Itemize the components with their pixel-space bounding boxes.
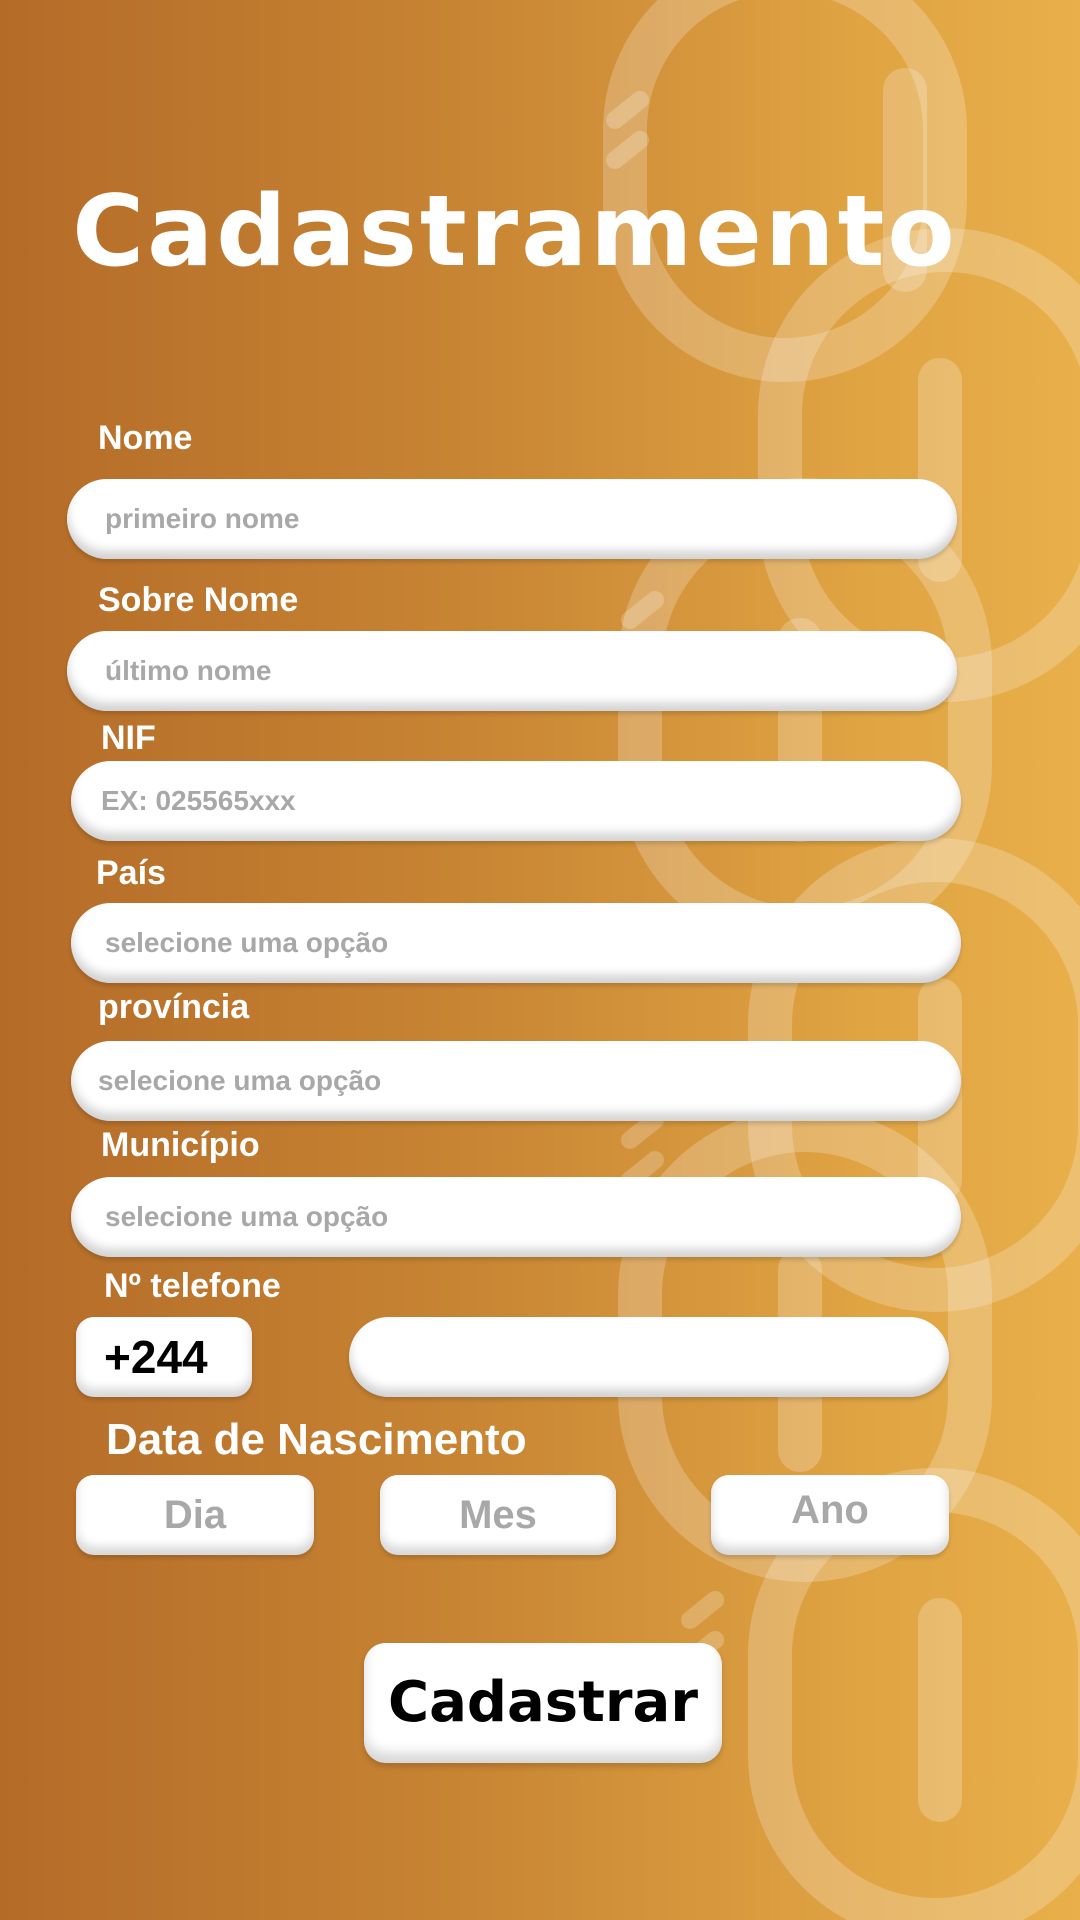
nif-input[interactable] [71, 761, 961, 841]
nascimento-label: Data de Nascimento [106, 1415, 527, 1464]
pais-select[interactable]: selecione uma opção [71, 903, 961, 983]
pais-select-value: selecione uma opção [105, 927, 389, 958]
nome-input[interactable] [67, 479, 957, 559]
month-select[interactable]: Mes [380, 1475, 616, 1555]
nif-label: NIF [101, 719, 156, 757]
telefone-label: Nº telefone [104, 1267, 281, 1305]
cadastrar-button[interactable]: Cadastrar [364, 1643, 722, 1763]
phone-prefix[interactable]: +244 [76, 1317, 252, 1397]
provincia-select-value: selecione uma opção [98, 1065, 382, 1096]
page-title: Cadastramento [72, 175, 958, 289]
phone-input[interactable] [349, 1317, 949, 1397]
sobrenome-input[interactable] [67, 631, 957, 711]
provincia-label: província [98, 988, 250, 1026]
sobrenome-label: Sobre Nome [98, 581, 299, 619]
municipio-select-value: selecione uma opção [105, 1201, 389, 1232]
municipio-select[interactable]: selecione uma opção [71, 1177, 961, 1257]
municipio-label: Município [101, 1126, 260, 1164]
year-select[interactable]: Ano [711, 1475, 949, 1555]
day-select[interactable]: Dia [76, 1475, 314, 1555]
nome-label: Nome [98, 419, 193, 457]
pais-label: País [96, 854, 166, 892]
provincia-select[interactable]: selecione uma opção [71, 1041, 961, 1121]
